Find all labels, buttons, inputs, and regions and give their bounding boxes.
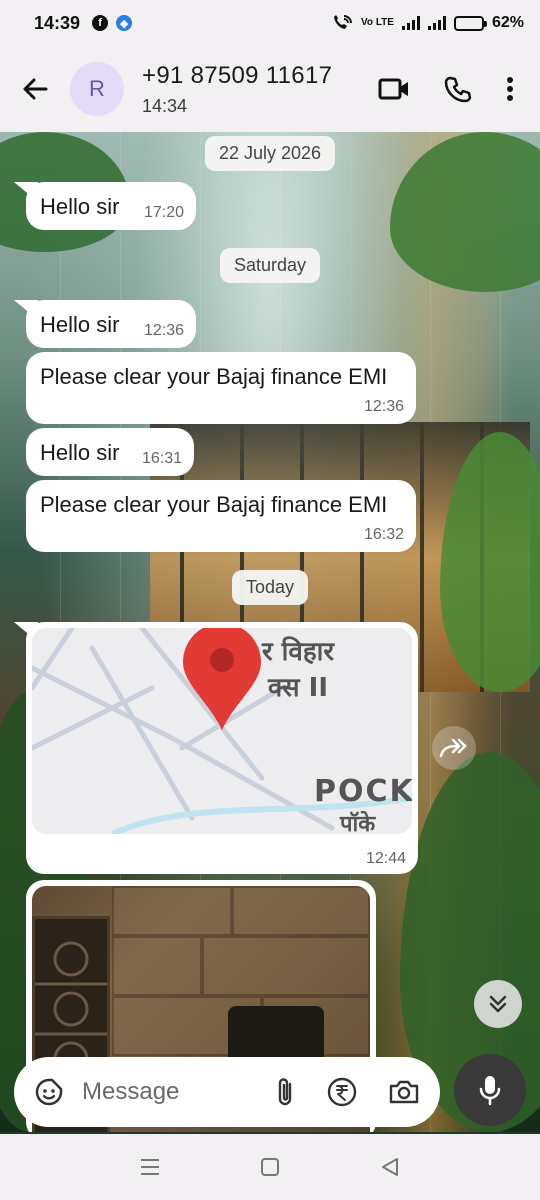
system-nav-bar <box>0 1134 540 1200</box>
forward-icon <box>439 738 467 758</box>
map-label: POCK <box>314 774 412 809</box>
chat-area[interactable]: 22 July 2026 Hello sir 17:20 Saturday He… <box>0 132 540 1132</box>
message-time: 12:44 <box>365 850 406 867</box>
recents-icon[interactable] <box>139 1157 161 1177</box>
mic-icon <box>479 1076 501 1106</box>
message-text: Please clear your Bajaj finance EMI <box>40 364 388 389</box>
map-label: र विहार <box>262 637 335 667</box>
back-button[interactable] <box>0 75 70 103</box>
volte-label: Vo LTE <box>361 17 394 28</box>
home-icon[interactable] <box>259 1156 281 1178</box>
message-bubble[interactable]: Please clear your Bajaj finance EMI 12:3… <box>26 352 416 424</box>
contact-subtitle: 14:34 <box>142 95 188 116</box>
message-bubble[interactable]: Hello sir 12:36 <box>26 300 196 348</box>
message-time: 17:20 <box>143 204 184 221</box>
contact-info[interactable]: +91 87509 11617 14:34 <box>142 62 332 117</box>
mic-button[interactable] <box>454 1054 526 1126</box>
facebook-icon: f <box>92 15 109 31</box>
message-time: 12:36 <box>363 398 404 415</box>
scroll-down-button[interactable] <box>474 980 522 1028</box>
rupee-icon[interactable] <box>326 1076 358 1108</box>
date-chip: Today <box>231 570 309 605</box>
forward-button[interactable] <box>432 726 476 770</box>
back-arrow-icon <box>23 78 48 100</box>
video-call-icon[interactable] <box>378 77 410 101</box>
back-nav-icon[interactable] <box>379 1156 401 1178</box>
date-chip: 22 July 2026 <box>204 136 336 171</box>
app-icon: ◆ <box>116 15 133 31</box>
message-time: 16:32 <box>363 526 404 543</box>
battery-percent: 62% <box>491 14 524 31</box>
message-text: Hello sir <box>40 440 120 465</box>
map-label: क्स II <box>268 673 328 703</box>
sticker-icon[interactable] <box>34 1077 64 1107</box>
battery-icon <box>453 15 487 31</box>
attach-icon[interactable] <box>274 1076 296 1108</box>
contact-name: +91 87509 11617 <box>142 61 333 89</box>
double-chevron-down-icon <box>489 995 507 1013</box>
signal-icon <box>401 16 420 30</box>
map-preview[interactable]: र विहार क्स II POCK पॉके <box>32 628 412 834</box>
message-text: Please clear your Bajaj finance EMI <box>40 492 388 517</box>
message-bubble[interactable]: Hello sir 17:20 <box>26 182 196 230</box>
status-bar: 14:39 f ◆ Vo LTE 62% <box>0 0 540 46</box>
camera-icon[interactable] <box>388 1078 420 1106</box>
message-time: 12:36 <box>143 322 184 339</box>
message-text: Hello sir <box>40 312 120 337</box>
message-time: 16:31 <box>141 450 182 467</box>
date-chip: Saturday <box>219 248 321 283</box>
message-input[interactable]: Message <box>82 1078 179 1106</box>
wifi-call-icon <box>334 15 352 29</box>
message-bubble[interactable]: Please clear your Bajaj finance EMI 16:3… <box>26 480 416 552</box>
chat-header: R +91 87509 11617 14:34 <box>0 46 540 132</box>
map-pin-icon <box>183 628 261 730</box>
signal-icon <box>427 16 446 30</box>
message-text: Hello sir <box>40 194 120 219</box>
status-time: 14:39 <box>34 12 81 33</box>
location-message[interactable]: र विहार क्स II POCK पॉके 12:44 <box>26 622 418 874</box>
message-composer[interactable]: Message <box>14 1057 440 1127</box>
more-vert-icon[interactable] <box>506 75 514 103</box>
avatar[interactable]: R <box>70 62 124 116</box>
message-bubble[interactable]: Hello sir 16:31 <box>26 428 194 476</box>
map-label: पॉके <box>340 812 376 834</box>
phone-icon[interactable] <box>444 75 472 103</box>
